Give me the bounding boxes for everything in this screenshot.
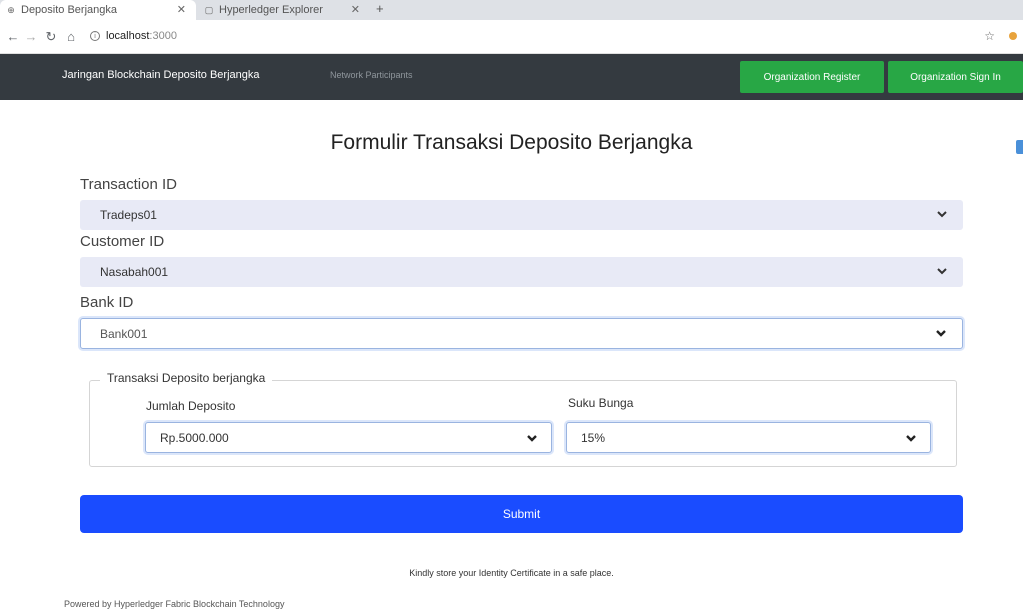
jumlah-deposito-value: Rp.5000.000 [160, 430, 229, 445]
page-icon: ▢ [204, 4, 214, 15]
bank-id-label: Bank ID [80, 294, 134, 311]
navbar-brand[interactable]: Jaringan Blockchain Deposito Berjangka [62, 69, 260, 81]
transaction-id-select[interactable]: Tradeps01 [80, 200, 963, 230]
chevron-down-icon [906, 435, 916, 442]
url-host: localhost [106, 30, 150, 42]
app-navbar: Jaringan Blockchain Deposito Berjangka N… [0, 54, 1023, 100]
browser-tabstrip: ⊕ Deposito Berjangka ✕ ▢ Hyperledger Exp… [0, 0, 1023, 20]
organization-signin-button[interactable]: Organization Sign In [888, 61, 1023, 93]
close-icon[interactable]: ✕ [351, 3, 360, 16]
address-bar: ← → ↻ ⌂ i localhost:3000 ☆ [0, 20, 1023, 54]
suku-bunga-value: 15% [581, 430, 606, 445]
tab-deposito[interactable]: ⊕ Deposito Berjangka ✕ [0, 0, 196, 20]
info-icon[interactable]: i [90, 31, 100, 41]
submit-button[interactable]: Submit [80, 495, 963, 533]
suku-bunga-select[interactable]: 15% [566, 422, 931, 453]
url-port: :3000 [149, 30, 177, 42]
suku-bunga-label: Suku Bunga [568, 396, 634, 410]
customer-id-label: Customer ID [80, 233, 165, 250]
fieldset-legend: Transaksi Deposito berjangka [100, 371, 273, 385]
bank-id-select[interactable]: Bank001 [80, 318, 963, 349]
chevron-down-icon [527, 435, 537, 442]
chevron-down-icon [937, 268, 947, 275]
globe-icon: ⊕ [7, 4, 15, 15]
tab-title: Hyperledger Explorer [219, 4, 323, 16]
page-title: Formulir Transaksi Deposito Berjangka [330, 131, 693, 154]
transaction-id-value: Tradeps01 [100, 208, 157, 222]
close-icon[interactable]: ✕ [177, 3, 186, 16]
new-tab-icon[interactable]: + [376, 1, 384, 16]
customer-id-value: Nasabah001 [100, 265, 169, 279]
url-field[interactable]: i localhost:3000 [90, 30, 177, 42]
nav-link-participants[interactable]: Network Participants [330, 70, 413, 80]
bookmark-star-icon[interactable]: ☆ [984, 29, 995, 43]
back-icon[interactable]: ← [6, 29, 20, 44]
home-icon[interactable]: ⌂ [64, 29, 78, 44]
identity-notice: Kindly store your Identity Certificate i… [409, 568, 614, 578]
jumlah-deposito-select[interactable]: Rp.5000.000 [145, 422, 552, 453]
tab-explorer[interactable]: ▢ Hyperledger Explorer ✕ [198, 0, 370, 20]
extension-icon[interactable] [1009, 32, 1017, 40]
chevron-down-icon [936, 330, 946, 337]
reload-icon[interactable]: ↻ [44, 29, 58, 45]
chevron-down-icon [937, 211, 947, 218]
tab-title: Deposito Berjangka [21, 4, 118, 16]
jumlah-deposito-label: Jumlah Deposito [146, 399, 236, 413]
customer-id-select[interactable]: Nasabah001 [80, 257, 963, 287]
forward-icon[interactable]: → [24, 29, 38, 44]
bank-id-value: Bank001 [100, 326, 148, 341]
organization-register-button[interactable]: Organization Register [740, 61, 884, 93]
transaction-id-label: Transaction ID [80, 176, 177, 193]
